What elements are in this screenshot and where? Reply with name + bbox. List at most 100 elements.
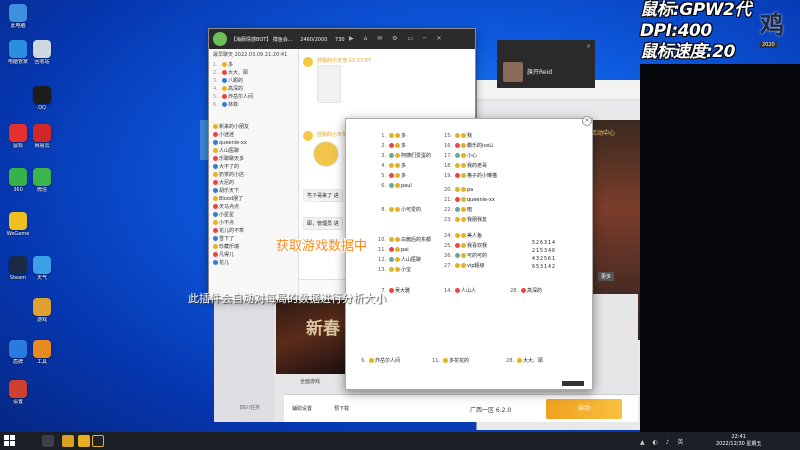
game-data-dialog: × 1. 多 2. 多 3. 阿姨们爱蛋的 4. 多 5. 多 6. paul 8. 小可爱的 10. 白… (345, 116, 593, 390)
launcher-app-icon[interactable] (92, 435, 104, 447)
more-button[interactable]: 更多 (598, 272, 615, 281)
game-app-icon[interactable] (78, 435, 90, 447)
badge-icon (222, 78, 227, 83)
app-icon (33, 124, 51, 142)
list-item[interactable]: 胡乐天下 (209, 187, 298, 195)
desktop-icon-4[interactable]: QQ (28, 86, 56, 111)
list-item[interactable]: 乐聊聊天多 (209, 155, 298, 163)
qq-side-tab[interactable] (200, 120, 208, 160)
rank-badge-icon (455, 207, 460, 212)
desktop-icon-2[interactable]: 回收站 (28, 40, 56, 65)
member-name: 林菲 (228, 102, 239, 108)
member-name: 凡得儿 (219, 252, 235, 258)
desktop-icon-3[interactable]: 电脑管家 (4, 40, 32, 65)
list-item[interactable]: queenie-xx (209, 139, 298, 147)
badge-icon (222, 62, 227, 67)
list-item[interactable]: 奶茶的小店 (209, 171, 298, 179)
close-icon[interactable]: × (586, 43, 591, 50)
file-explorer-icon[interactable] (62, 435, 74, 447)
rank-badge-icon (455, 143, 460, 148)
list-item[interactable]: 大尼的 (209, 179, 298, 187)
predownload-button[interactable]: 预下载 (334, 405, 349, 412)
event-banner-title: 活动中心 (591, 130, 616, 137)
player-list-col1c: 10. 白酱后的东都 11. pai 12. 人山医聊 13. 小宝 (376, 235, 431, 275)
rank-badge-icon (455, 153, 460, 158)
member-count: 730 (335, 37, 345, 43)
coin-icon (461, 263, 466, 268)
player-entry: 23. 我朋我友 (442, 215, 495, 225)
player-index: 13. (378, 267, 386, 273)
desktop-icon-8[interactable]: 微信 (28, 168, 56, 193)
start-game-button[interactable]: 启动 (546, 399, 622, 419)
desktop-icon-12[interactable]: 游戏 (28, 298, 56, 323)
desktop-icon-label: 此电脑 (10, 23, 26, 29)
list-item[interactable]: 5. 炸岳尔人间 (209, 93, 298, 101)
player-entry: 18. 我的老哥 (442, 161, 497, 171)
player-index: 19. (444, 173, 452, 179)
player-index: 24. (444, 233, 452, 239)
player-name: 小宝 (401, 267, 412, 273)
player-index: 15. (444, 133, 452, 139)
list-item[interactable]: 6. 林菲 (209, 101, 298, 109)
player-entry: 11. 多花花的 (430, 357, 504, 364)
channel-logo-icon: 鸡 (760, 10, 784, 39)
list-item[interactable]: 小不点 (209, 219, 298, 227)
coin-icon (395, 163, 400, 168)
assist-settings-button[interactable]: 辅助设置 (292, 405, 312, 412)
list-item[interactable]: 1. 多 (209, 61, 298, 69)
list-item[interactable]: 大不了的 (209, 163, 298, 171)
player-index: 14. (444, 288, 452, 294)
search-icon[interactable] (42, 435, 54, 447)
player-name: 小心 (467, 153, 478, 159)
desktop-icon-15[interactable]: 设置 (4, 380, 32, 405)
loading-status-text: 获取游戏数据中 (276, 239, 368, 254)
badge-icon (213, 132, 218, 137)
member-name: 大尼的 (219, 180, 235, 186)
player-name: paul (401, 183, 412, 189)
player-index: 18. (444, 163, 452, 169)
list-item[interactable]: 新来的小朋友 (209, 123, 298, 131)
desktop-icon-9[interactable]: WeGame (4, 212, 32, 237)
coin-icon (395, 237, 400, 242)
player-entry: 3. 阿姨们爱蛋的 (376, 151, 431, 161)
coin-icon (461, 173, 466, 178)
player-index: 1. (381, 133, 386, 139)
system-tray-icons[interactable]: ▲ ◐ ♪ 英 (640, 437, 686, 446)
profile-name: 旗开Reid (527, 69, 553, 76)
rank-number: 2. (213, 70, 218, 76)
desktop-icon-14[interactable]: 工具 (28, 340, 56, 365)
titlebar-tools-icon[interactable]: ▶ ⌂ ✉ ⚙ ▭ ─ ✕ (349, 35, 446, 42)
list-item[interactable]: 小迷迷 (209, 131, 298, 139)
list-item[interactable]: 小星星 (209, 211, 298, 219)
taskbar-clock[interactable]: 22:41 2022/12/30 星期五 (716, 434, 761, 448)
list-item[interactable]: 3. 八颗的 (209, 77, 298, 85)
list-item[interactable]: Blood朋了 (209, 195, 298, 203)
list-item[interactable]: 花儿 (209, 259, 298, 267)
desktop-icon-11[interactable]: 天气 (28, 256, 56, 281)
badge-icon (213, 180, 218, 185)
windows-start-icon[interactable] (4, 435, 16, 447)
coin-icon (369, 358, 374, 363)
server-select[interactable]: 广西一区 6.2.0 (470, 405, 511, 414)
player-name: queenie-xx (467, 197, 495, 203)
badge-icon (213, 124, 218, 129)
close-icon[interactable]: × (582, 116, 592, 126)
app-icon (33, 298, 51, 316)
rank-badge-icon (455, 197, 460, 202)
badge-icon (213, 236, 218, 241)
desktop-icon-1[interactable]: 此电脑 (4, 4, 32, 29)
member-name: 小不点 (219, 220, 235, 226)
list-item[interactable]: 人山医聊 (209, 147, 298, 155)
list-item[interactable]: 花儿的不乖 (209, 227, 298, 235)
player-name: pa (467, 187, 474, 193)
desktop-icon-6[interactable]: 网易云 (28, 124, 56, 149)
list-item[interactable]: 4. 高深的 (209, 85, 298, 93)
player-entry: 28. 大大、耶 (504, 357, 578, 364)
player-entry: 26. 可的可的 (442, 251, 487, 261)
left-nav-label[interactable]: 四川任务 (240, 404, 260, 411)
list-item[interactable]: 天马点点 (209, 203, 298, 211)
list-item[interactable]: 2. 大大、耶 (209, 69, 298, 77)
player-entry: 20. pa (442, 185, 495, 195)
rank-badge-icon (389, 288, 394, 293)
group-avatar (213, 32, 227, 46)
